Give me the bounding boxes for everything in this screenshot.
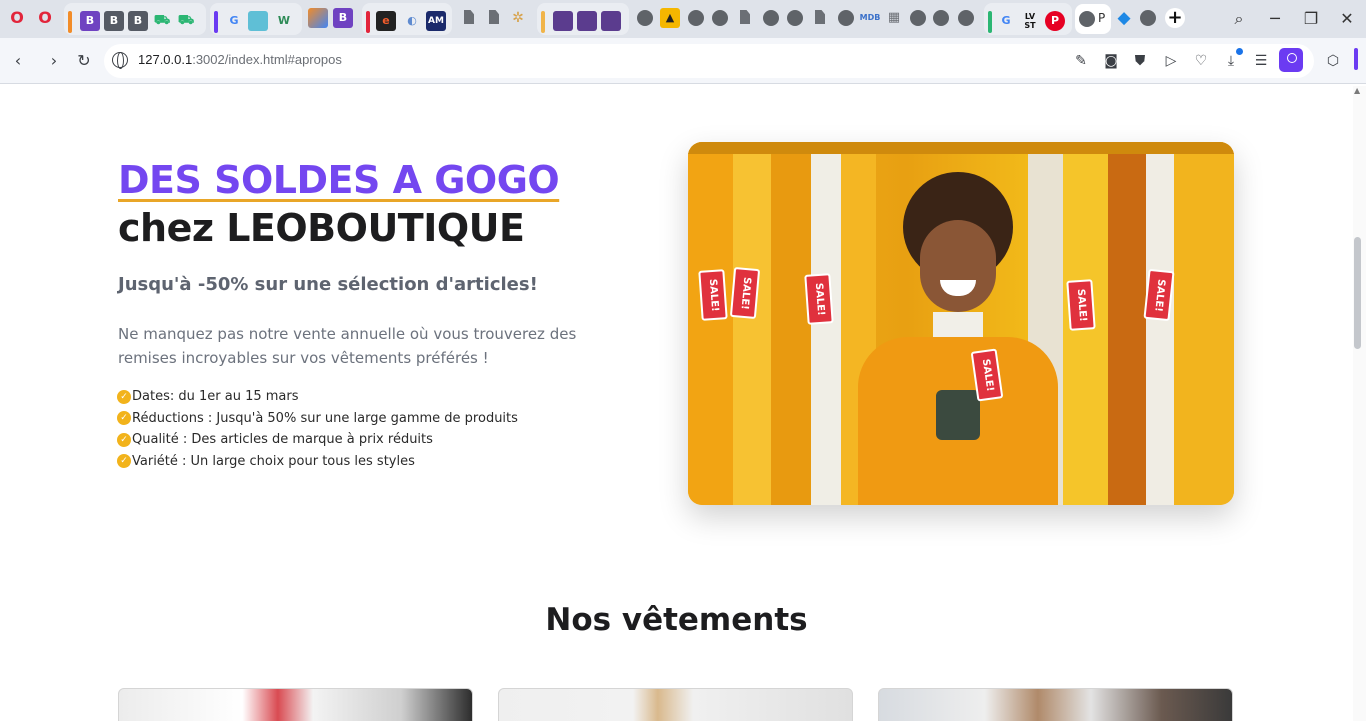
list-item: ✓ Dates: du 1er au 15 mars — [117, 386, 518, 408]
tab-google[interactable]: G — [996, 11, 1016, 31]
tab-bootstrap-3[interactable]: B — [128, 11, 148, 31]
tab-active[interactable]: P — [1075, 4, 1111, 34]
hero-description: Ne manquez pas notre vente annuelle où v… — [118, 325, 577, 367]
tab-lvst[interactable]: LV ST — [1020, 11, 1040, 31]
url-text[interactable]: 127.0.0.1:3002/index.html#apropos — [138, 52, 342, 67]
tab-doc-icon[interactable] — [735, 8, 755, 28]
tab-settings-icon[interactable]: ✲ — [508, 8, 528, 28]
section-title: Nos vêtements — [545, 602, 808, 638]
adblock-icon[interactable]: ⛊ — [1129, 50, 1151, 72]
check-circle-icon: ✓ — [117, 454, 131, 469]
tab-globe-icon[interactable] — [688, 10, 704, 26]
tab-globe-icon[interactable] — [958, 10, 974, 26]
tab-am[interactable]: AM — [426, 11, 446, 31]
hero-title: DES SOLDES A GOGO chez LEOBOUTIQUE — [118, 156, 638, 252]
sale-tag: SALE! — [1066, 279, 1096, 331]
tab-hat-icon[interactable]: ▲ — [660, 8, 680, 28]
camera-icon[interactable]: ◙ — [1100, 50, 1122, 72]
product-card[interactable] — [118, 688, 473, 721]
tab-cart-icon[interactable]: ⛟ — [152, 11, 172, 31]
reload-icon[interactable]: ↻ — [71, 48, 97, 74]
opera-gx-icon[interactable]: O — [35, 8, 55, 28]
product-card[interactable] — [498, 688, 853, 721]
tab-vscode-icon[interactable]: ◆ — [1114, 8, 1134, 28]
tab-colorful-icon[interactable] — [308, 8, 328, 28]
scrollbar-thumb[interactable] — [1354, 237, 1361, 349]
tab-globe-icon[interactable] — [838, 10, 854, 26]
tab-doc-icon[interactable] — [459, 8, 479, 28]
tab-doc-icon[interactable] — [810, 8, 830, 28]
tab-active-label: P — [1098, 11, 1106, 25]
scroll-up-icon[interactable]: ▲ — [1354, 86, 1360, 95]
woman-figure — [848, 172, 1068, 505]
sale-tag: SALE! — [1143, 268, 1175, 322]
scrollbar-track[interactable] — [1353, 86, 1366, 721]
check-circle-icon: ✓ — [117, 389, 131, 404]
site-info-icon[interactable] — [112, 52, 128, 69]
tab-doc-icon[interactable] — [484, 8, 504, 28]
tab-globe-icon[interactable] — [637, 10, 653, 26]
close-icon[interactable]: ✕ — [1334, 6, 1360, 32]
check-circle-icon: ✓ — [117, 432, 131, 447]
tab-globe-icon[interactable] — [763, 10, 779, 26]
tab-drop-icon[interactable]: ◐ — [402, 11, 422, 31]
feature-list: ✓ Dates: du 1er au 15 mars ✓ Réductions : … — [117, 386, 518, 472]
hero-title-accent: DES SOLDES A GOGO — [118, 158, 560, 202]
minimize-icon[interactable]: ─ — [1262, 6, 1288, 32]
tab-group-coolors — [537, 3, 629, 35]
product-card[interactable] — [878, 688, 1233, 721]
restore-icon[interactable]: ❐ — [1298, 6, 1324, 32]
tab-bootstrap-2[interactable]: B — [104, 11, 124, 31]
tab-image-icon[interactable] — [248, 11, 268, 31]
tab-coolors-1[interactable] — [553, 11, 573, 31]
sale-tag: SALE! — [698, 269, 728, 321]
tab-w[interactable]: W — [274, 11, 294, 31]
search-tabs-icon[interactable]: ⌕ — [1226, 6, 1252, 32]
back-icon[interactable]: ‹ — [5, 48, 31, 74]
tab-group-google: G W — [210, 3, 302, 35]
tab-group-green: G LV ST P — [984, 3, 1072, 35]
tab-globe-icon[interactable] — [933, 10, 949, 26]
heart-icon[interactable]: ♡ — [1190, 50, 1212, 72]
tab-grid-icon[interactable]: ▦ — [884, 8, 904, 28]
address-toolbar: ‹ › ↻ 127.0.0.1:3002/index.html#apropos … — [0, 38, 1366, 84]
tab-group-bootstrap: B B B ⛟ ⛟ — [64, 3, 206, 35]
list-item: ✓ Réductions : Jusqu'à 50% sur une large … — [117, 408, 518, 430]
sale-tag: SALE! — [804, 273, 834, 325]
sale-tag: SALE! — [729, 266, 761, 320]
tab-globe-icon[interactable] — [712, 10, 728, 26]
tab-globe-icon[interactable] — [787, 10, 803, 26]
tab-group-red: e ◐ AM — [362, 3, 452, 35]
profile-icon[interactable] — [1279, 48, 1303, 72]
tab-cart-icon[interactable]: ⛟ — [176, 11, 196, 31]
tab-e[interactable]: e — [376, 11, 396, 31]
menu-icon[interactable]: ☰ — [1250, 50, 1272, 72]
hero-image: SALE! SALE! SALE! SALE! SALE! SALE! — [688, 142, 1234, 505]
forward-icon[interactable]: › — [41, 48, 67, 74]
new-tab-icon[interactable]: + — [1165, 8, 1185, 28]
sidebar-accent — [1354, 48, 1358, 70]
tab-coolors-2[interactable] — [577, 11, 597, 31]
hero-title-rest: chez LEOBOUTIQUE — [118, 206, 525, 250]
tab-strip: O O B B B ⛟ ⛟ G W B e ◐ AM ✲ ▲ MDB ▦ G L… — [0, 0, 1366, 38]
extension-box-icon[interactable]: ⬡ — [1322, 50, 1344, 72]
tab-google[interactable]: G — [224, 11, 244, 31]
tab-bootstrap-4[interactable]: B — [333, 8, 353, 28]
edit-icon[interactable]: ✎ — [1070, 50, 1092, 72]
tab-globe-icon[interactable] — [910, 10, 926, 26]
play-icon[interactable]: ▷ — [1160, 50, 1182, 72]
list-item: ✓ Qualité : Des articles de marque à prix… — [117, 429, 518, 451]
opera-icon[interactable]: O — [7, 8, 27, 28]
download-badge — [1236, 48, 1243, 55]
tab-mdb[interactable]: MDB — [859, 8, 881, 28]
pinterest-icon[interactable]: P — [1045, 11, 1065, 31]
tab-globe-icon[interactable] — [1140, 10, 1156, 26]
tab-coolors-3[interactable] — [601, 11, 621, 31]
check-circle-icon: ✓ — [117, 411, 131, 426]
list-item: ✓ Variété : Un large choix pour tous les … — [117, 451, 518, 473]
tab-bootstrap-1[interactable]: B — [80, 11, 100, 31]
hero-subtitle: Jusqu'à -50% sur une sélection d'article… — [118, 274, 538, 295]
